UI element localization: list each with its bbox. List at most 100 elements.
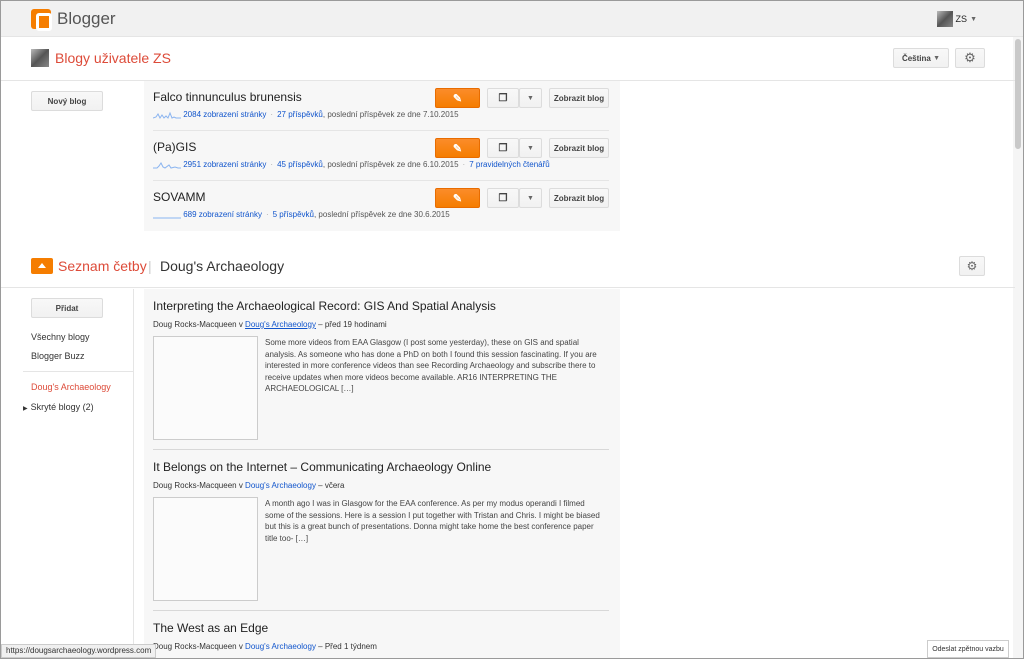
separator: ·: [270, 110, 274, 119]
chevron-down-icon: ▼: [933, 54, 941, 62]
feed-item: The West as an Edge Doug Rocks-Macqueen …: [153, 621, 609, 658]
post-author: Doug Rocks-Macqueen v: [153, 642, 246, 651]
post-title[interactable]: The West as an Edge: [153, 621, 268, 635]
post-time: – před 19 hodinami: [315, 320, 387, 329]
sparkline-icon: [153, 161, 181, 169]
posts-link[interactable]: 45 příspěvků: [277, 160, 323, 169]
posts-link[interactable]: 27 příspěvků: [277, 110, 323, 119]
new-post-button[interactable]: ✎: [435, 138, 480, 158]
account-menu[interactable]: ZS ▼: [936, 11, 977, 27]
view-blog-button[interactable]: Zobrazit blog: [549, 138, 609, 158]
blog-list: Falco tinnunculus brunensis 2084 zobraze…: [144, 81, 620, 231]
reading-feed: Interpreting the Archaeological Record: …: [144, 289, 620, 658]
post-thumbnail[interactable]: [153, 497, 258, 601]
brand-name[interactable]: Blogger: [57, 9, 116, 29]
post-title[interactable]: It Belongs on the Internet – Communicati…: [153, 460, 491, 474]
blogs-section-title: Blogy uživatele ZS: [31, 49, 171, 67]
feed-item: It Belongs on the Internet – Communicati…: [153, 460, 609, 620]
separator: ·: [265, 210, 269, 219]
blog-name[interactable]: SOVAMM: [153, 190, 205, 204]
gear-icon: ⚙: [966, 259, 978, 273]
blog-menu-dropdown[interactable]: ▼: [519, 188, 542, 208]
new-post-button[interactable]: ✎: [435, 88, 480, 108]
chevron-down-icon: ▼: [970, 15, 977, 23]
posts-list-button[interactable]: ❐: [487, 188, 519, 208]
sidebar-border: [133, 289, 134, 658]
scrollbar-thumb[interactable]: [1015, 39, 1021, 149]
posts-link[interactable]: 5 příspěvků: [273, 210, 314, 219]
vertical-scrollbar[interactable]: [1013, 37, 1023, 658]
copy-icon: ❐: [498, 92, 508, 104]
post-excerpt: Some more videos from EAA Glasgow (I pos…: [265, 338, 597, 393]
sparkline-icon: [153, 217, 181, 219]
blog-name[interactable]: Falco tinnunculus brunensis: [153, 90, 302, 104]
blog-name[interactable]: (Pa)GIS: [153, 140, 196, 154]
blogs-section-header: Blogy uživatele ZS Čeština ▼ ⚙: [1, 37, 1015, 81]
sparkline-icon: [153, 111, 181, 119]
sidebar-item-dougs-archaeology[interactable]: Doug's Archaeology: [31, 382, 111, 392]
collapse-arrow-icon[interactable]: [31, 258, 53, 274]
new-blog-button[interactable]: Nový blog: [31, 91, 103, 111]
post-excerpt: A month ago I was in Glasgow for the EAA…: [265, 499, 600, 543]
posts-list-button[interactable]: ❐: [487, 138, 519, 158]
language-select[interactable]: Čeština ▼: [893, 48, 949, 68]
browser-frame: Blogger ZS ▼ Blogy uživatele ZS Čeština …: [0, 0, 1024, 659]
pageviews-link[interactable]: 2084 zobrazení stránky: [183, 110, 266, 119]
separator: ·: [462, 160, 466, 169]
source-blog-link[interactable]: Doug's Archaeology: [245, 481, 316, 490]
source-blog-link[interactable]: Doug's Archaeology: [245, 320, 316, 329]
blogs-section-title-text: Blogy uživatele ZS: [55, 50, 171, 66]
blog-row: (Pa)GIS 2951 zobrazení stránky · 45 příspě…: [153, 131, 609, 181]
post-thumbnail[interactable]: [153, 336, 258, 440]
post-author: Doug Rocks-Macqueen v: [153, 320, 246, 329]
feed-divider: [153, 610, 609, 611]
title-separator: |: [148, 258, 152, 274]
pageviews-link[interactable]: 2951 zobrazení stránky: [183, 160, 266, 169]
pencil-icon: ✎: [452, 192, 463, 205]
settings-button[interactable]: ⚙: [955, 48, 985, 68]
pencil-icon: ✎: [452, 92, 463, 105]
blog-menu-dropdown[interactable]: ▼: [519, 138, 542, 158]
reading-list-header: Seznam četby | Doug's Archaeology ⚙: [1, 244, 1015, 288]
source-blog-link[interactable]: Doug's Archaeology: [245, 642, 316, 651]
add-blog-button[interactable]: Přidat: [31, 298, 103, 318]
post-meta: Doug Rocks-Macqueen v Doug's Archaeology…: [153, 481, 344, 490]
copy-icon: ❐: [498, 142, 508, 154]
blog-stats: 2951 zobrazení stránky · 45 příspěvků, pos…: [153, 160, 550, 169]
last-post-text: , poslední příspěvek ze dne 30.6.2015: [313, 210, 450, 219]
post-author: Doug Rocks-Macqueen v: [153, 481, 246, 490]
blog-stats: 689 zobrazení stránky · 5 příspěvků, posle…: [153, 210, 450, 219]
post-time: – včera: [315, 481, 345, 490]
sidebar-item-hidden-blogs[interactable]: ▶ Skryté blogy (2): [23, 402, 94, 412]
avatar: [31, 49, 49, 67]
new-post-button[interactable]: ✎: [435, 188, 480, 208]
sidebar-divider: [23, 371, 133, 372]
followers-link[interactable]: 7 pravidelných čtenářů: [469, 160, 550, 169]
post-meta: Doug Rocks-Macqueen v Doug's Archaeology…: [153, 320, 387, 329]
expand-triangle-icon: ▶: [23, 406, 28, 412]
gear-icon: ⚙: [964, 50, 976, 65]
reading-settings-button[interactable]: ⚙: [959, 256, 985, 276]
sidebar-item-all-blogs[interactable]: Všechny blogy: [31, 332, 90, 342]
posts-list-button[interactable]: ❐: [487, 88, 519, 108]
post-title[interactable]: Interpreting the Archaeological Record: …: [153, 299, 496, 313]
status-bar-url: https://dougsarchaeology.wordpress.com: [1, 644, 157, 658]
blogger-logo-icon[interactable]: [31, 9, 52, 31]
feedback-button[interactable]: Odeslat zpětnou vazbu: [927, 640, 1009, 658]
blog-menu-dropdown[interactable]: ▼: [519, 88, 542, 108]
post-time: – Před 1 týdnem: [315, 642, 377, 651]
avatar: [936, 11, 953, 27]
post-meta: Doug Rocks-Macqueen v Doug's Archaeology…: [153, 642, 377, 651]
pageviews-link[interactable]: 689 zobrazení stránky: [183, 210, 262, 219]
view-blog-button[interactable]: Zobrazit blog: [549, 188, 609, 208]
copy-icon: ❐: [498, 192, 508, 204]
sidebar-item-blogger-buzz[interactable]: Blogger Buzz: [31, 351, 85, 361]
last-post-text: , poslední příspěvek ze dne 6.10.2015: [322, 160, 459, 169]
separator: ·: [270, 160, 274, 169]
chevron-down-icon: ▼: [527, 194, 534, 202]
blog-row: Falco tinnunculus brunensis 2084 zobraze…: [153, 81, 609, 131]
chevron-down-icon: ▼: [527, 94, 534, 102]
user-initials: ZS: [955, 14, 968, 24]
view-blog-button[interactable]: Zobrazit blog: [549, 88, 609, 108]
blog-row: SOVAMM 689 zobrazení stránky · 5 příspěvků…: [153, 181, 609, 231]
